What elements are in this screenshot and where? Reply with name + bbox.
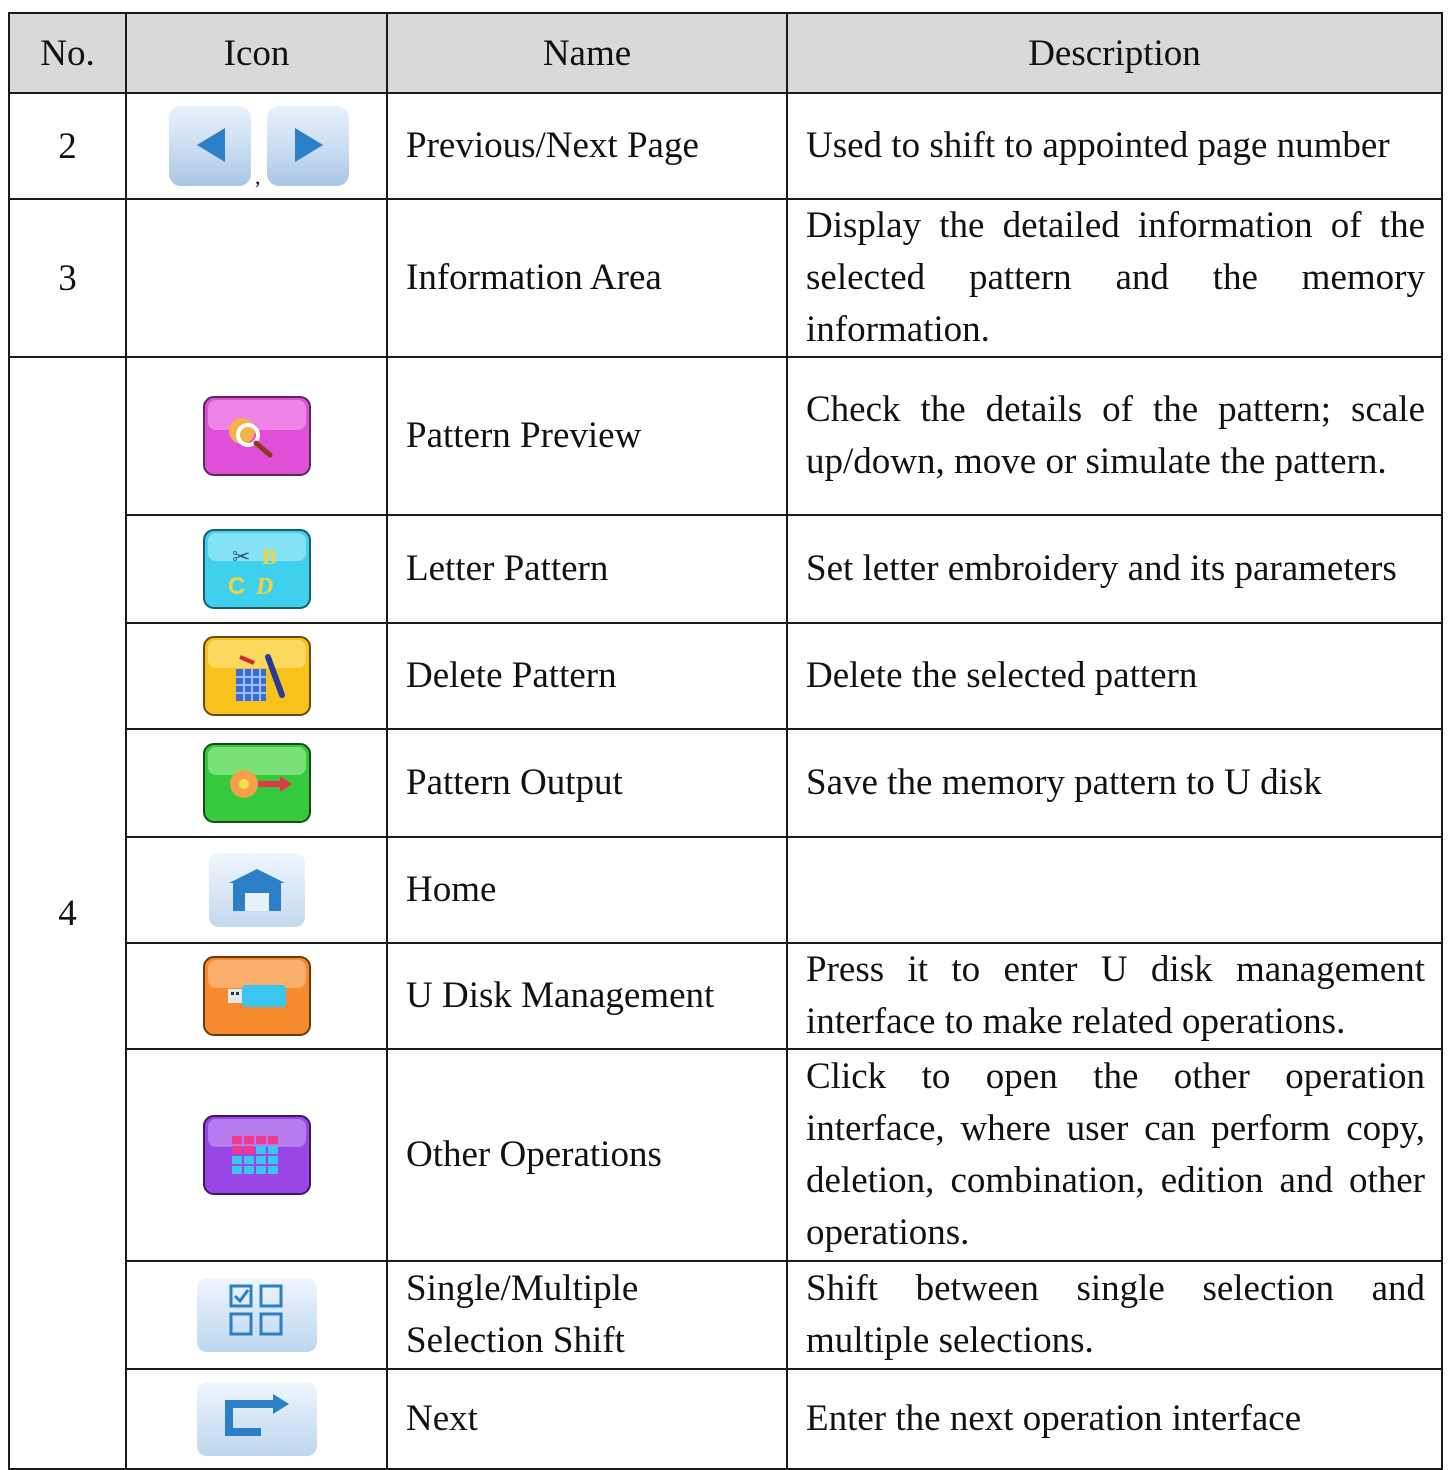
svg-text:✂: ✂ bbox=[232, 544, 250, 569]
row-name-line: Single/Multiple bbox=[406, 1268, 639, 1309]
row-name: Other Operations bbox=[386, 1048, 788, 1262]
header-row: No. Icon Name Description bbox=[8, 12, 1443, 94]
icon-cell: , bbox=[125, 92, 388, 200]
row-name: U Disk Management bbox=[386, 942, 788, 1050]
row-description: Shift between single selection and multi… bbox=[786, 1260, 1443, 1370]
next-page-icon bbox=[266, 106, 349, 186]
icon-cell bbox=[125, 836, 388, 944]
icon-cell bbox=[125, 198, 388, 358]
table-row: Other Operations Click to open the other… bbox=[9, 1048, 1443, 1262]
icon-cell bbox=[125, 1048, 388, 1262]
home-icon bbox=[208, 853, 305, 927]
row-name: Home bbox=[386, 836, 788, 944]
row-name: Next bbox=[386, 1368, 788, 1470]
table-row: 4 Pattern Preview Check the details of t… bbox=[8, 356, 1443, 1470]
pattern-preview-icon bbox=[202, 396, 311, 476]
row-description: Display the detailed information of the … bbox=[786, 198, 1443, 358]
header-name: Name bbox=[386, 12, 788, 94]
other-operations-icon bbox=[202, 1115, 311, 1195]
row-name: Single/Multiple Selection Shift bbox=[386, 1260, 788, 1370]
row-name: Delete Pattern bbox=[386, 622, 788, 730]
table-row: 3 Information Area Display the detailed … bbox=[8, 198, 1443, 358]
svg-text:C: C bbox=[228, 573, 245, 600]
row-name: Information Area bbox=[386, 198, 788, 358]
row-description: Save the memory pattern to U disk bbox=[786, 728, 1443, 838]
row-name: Letter Pattern bbox=[386, 514, 788, 624]
row-description: Click to open the other operation interf… bbox=[786, 1048, 1443, 1262]
icon-cell bbox=[125, 356, 388, 516]
delete-pattern-icon bbox=[202, 636, 311, 716]
table-row: Next Enter the next operation interface bbox=[9, 1368, 1443, 1470]
table-row: U Disk Management Press it to enter U di… bbox=[9, 942, 1443, 1050]
table-row: Delete Pattern Delete the selected patte… bbox=[9, 622, 1443, 730]
pattern-output-icon bbox=[202, 743, 311, 823]
icon-cell bbox=[125, 1260, 388, 1370]
row-number: 3 bbox=[8, 198, 127, 358]
row-name: Pattern Output bbox=[386, 728, 788, 838]
row-description: Delete the selected pattern bbox=[786, 622, 1443, 730]
row-name-line: Selection Shift bbox=[406, 1320, 625, 1361]
svg-text:D: D bbox=[255, 574, 273, 600]
icon-separator: , bbox=[255, 164, 261, 189]
table-row: Home bbox=[9, 836, 1443, 944]
row-number: 2 bbox=[8, 92, 127, 200]
selection-shift-icon bbox=[196, 1278, 317, 1352]
row-description: Check the details of the pattern; scale … bbox=[786, 356, 1443, 516]
next-arrow-icon bbox=[196, 1382, 317, 1456]
table-row: Pattern Output Save the memory pattern t… bbox=[9, 728, 1443, 838]
header-description: Description bbox=[786, 12, 1443, 94]
icon-cell bbox=[125, 942, 388, 1050]
table-row: Single/Multiple Selection Shift Shift be… bbox=[9, 1260, 1443, 1370]
icon-cell: ✂ B C D bbox=[125, 514, 388, 624]
icon-cell bbox=[125, 1368, 388, 1470]
previous-page-icon bbox=[168, 106, 251, 186]
icon-description-table: No. Icon Name Description 2 , Previous/N… bbox=[8, 12, 1443, 1470]
row-description: Press it to enter U disk management inte… bbox=[786, 942, 1443, 1050]
row-description: Used to shift to appointed page number bbox=[786, 92, 1443, 200]
row-number: 4 bbox=[8, 356, 127, 1470]
svg-text:B: B bbox=[262, 544, 277, 569]
row-description: Set letter embroidery and its parameters bbox=[786, 514, 1443, 624]
u-disk-icon bbox=[202, 956, 311, 1036]
row-name: Previous/Next Page bbox=[386, 92, 788, 200]
icon-cell bbox=[125, 728, 388, 838]
header-icon: Icon bbox=[125, 12, 388, 94]
icon-cell bbox=[125, 622, 388, 730]
table-row: 2 , Previous/Next Page Used to shift to … bbox=[8, 92, 1443, 200]
header-no: No. bbox=[8, 12, 127, 94]
row-description: Enter the next operation interface bbox=[786, 1368, 1443, 1470]
row-name: Pattern Preview bbox=[386, 356, 788, 516]
prev-next-icon-group: , bbox=[168, 106, 349, 189]
table-row: ✂ B C D Letter Pattern Set letter embroi… bbox=[9, 514, 1443, 624]
row-description bbox=[786, 836, 1443, 944]
letter-pattern-icon: ✂ B C D bbox=[202, 529, 311, 609]
